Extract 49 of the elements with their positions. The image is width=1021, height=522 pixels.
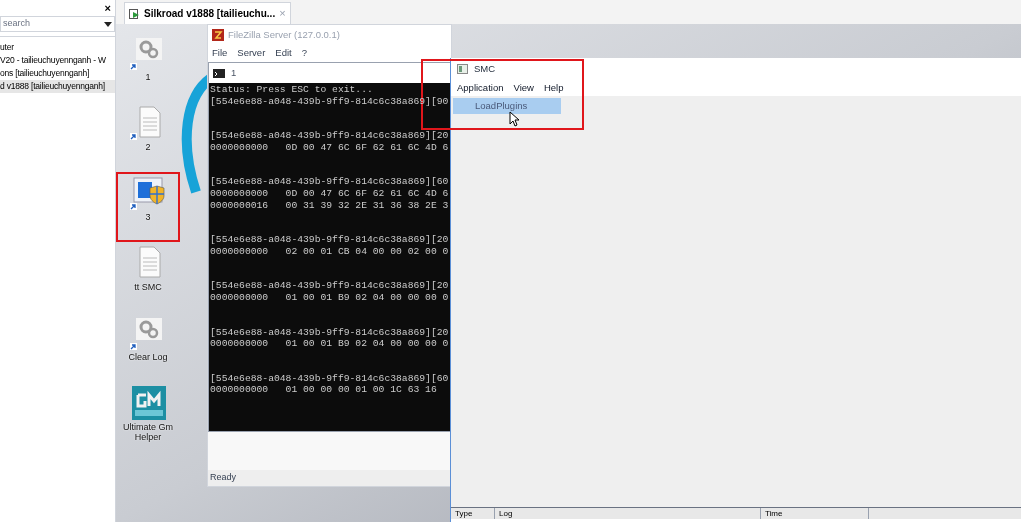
status-text: Ready [210, 471, 236, 485]
console-line: [554e6e88-a048-439b-9ff9-814c6c38a869][20 [210, 130, 450, 142]
filezilla-icon [212, 29, 224, 41]
search-field[interactable]: search [0, 16, 115, 32]
window-title: 1 [231, 65, 237, 80]
console-line: [554e6e88-a048-439b-9ff9-814c6c38a869][60 [210, 372, 450, 385]
console-line: 0000000000 01 00 00 00 01 00 1C 63 16 [210, 384, 438, 396]
dropdown-menu-item[interactable]: LoadPlugins [453, 98, 561, 114]
console-line: Status: Press ESC to exit... [210, 84, 374, 96]
menu-item[interactable]: View [513, 80, 534, 96]
menu-item[interactable]: ? [301, 46, 307, 61]
vm-icon [129, 8, 140, 19]
console-line: 0000000000 01 00 01 B9 02 04 00 00 00 0 [210, 291, 450, 304]
app-icon [457, 64, 468, 74]
vm-tab[interactable]: Silkroad v1888 [tailieuchu... × [124, 2, 291, 24]
icon-label: Clear Log [127, 352, 169, 362]
console-line: 0000000000 01 00 01 B9 02 04 00 00 00 0 [210, 338, 450, 350]
icon-label: tt SMC [133, 282, 163, 292]
window-title: FileZilla Server (127.0.0.1) [228, 27, 340, 42]
console-line: 0000000000 0D 00 47 6C 6F 62 61 6C 4D 6 [210, 141, 450, 154]
shield-window-icon[interactable] [130, 176, 166, 210]
tab-title: Silkroad v1888 [tailieuchu... [144, 7, 276, 21]
tree-item[interactable]: ons [tailieuchuyennganh] [0, 67, 115, 80]
tree-item[interactable]: d v1888 [tailieuchuyennganh] [0, 80, 115, 93]
console-line: 0000000000 0D 00 47 6C 6F 62 61 6C 4D 6 [210, 187, 450, 200]
menu-item[interactable]: Edit [275, 46, 292, 61]
icon-label: 3 [144, 212, 152, 222]
search-placeholder: search [3, 17, 30, 31]
icon-label: 2 [144, 142, 152, 152]
console-line: [554e6e88-a048-439b-9ff9-814c6c38a869][60 [210, 176, 450, 188]
gm-logo-icon[interactable] [130, 386, 166, 420]
icon-label: Ultimate Gm Helper [122, 422, 174, 442]
mouse-cursor-icon [509, 111, 519, 127]
console-line: [554e6e88-a048-439b-9ff9-814c6c38a869][20 [210, 280, 450, 292]
window-title: SMC [474, 61, 496, 76]
menu-item[interactable]: Server [237, 46, 266, 61]
menu-item[interactable]: File [212, 46, 228, 61]
tree-item[interactable]: uter [0, 41, 115, 54]
icon-label: 1 [144, 72, 152, 82]
terminal-icon [213, 68, 225, 78]
menu-item[interactable]: Application [457, 80, 504, 96]
close-button[interactable]: × [104, 0, 111, 16]
console-line: [554e6e88-a048-439b-9ff9-814c6c38a869][20 [210, 234, 450, 246]
tree-item[interactable]: V20 - tailieuchuyennganh - W [0, 54, 115, 67]
console-line: [554e6e88-a048-439b-9ff9-814c6c38a869][20 [210, 326, 450, 339]
console-line: 0000000000 02 00 01 CB 04 00 00 02 00 0 [210, 245, 450, 258]
dropdown-icon [104, 21, 112, 27]
menu-item[interactable]: Help [543, 80, 564, 96]
console-line: 0000000016 00 31 39 32 2E 31 36 38 2E 3 [210, 199, 450, 212]
